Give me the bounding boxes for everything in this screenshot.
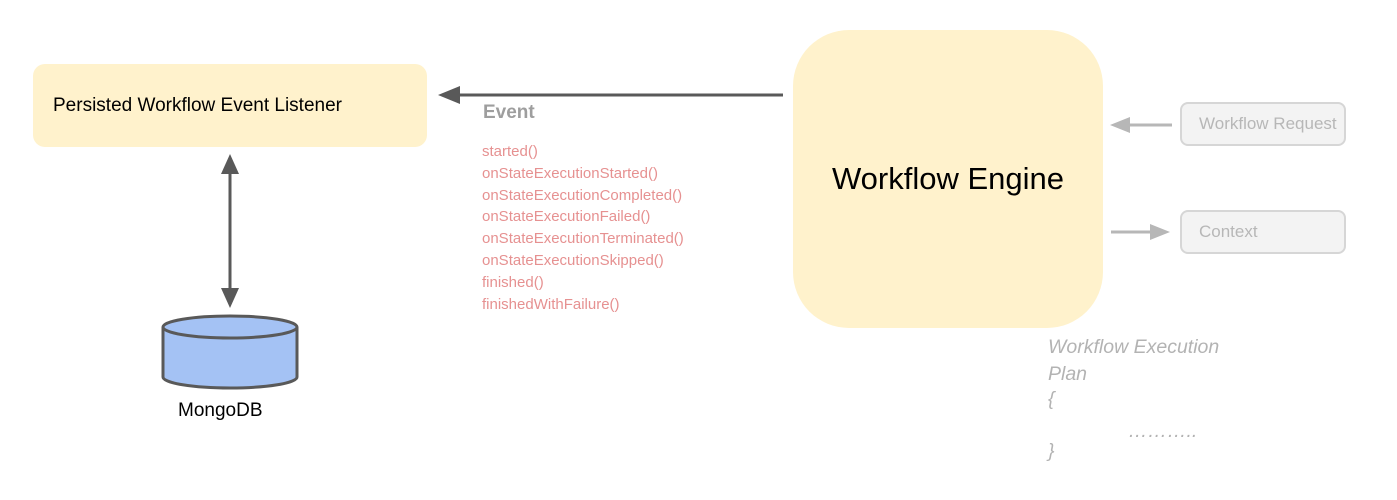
execution-plan-open-brace: { bbox=[1048, 388, 1055, 410]
workflow-engine-label: Workflow Engine bbox=[831, 161, 1065, 196]
event-title: Event bbox=[483, 102, 535, 123]
event-method-item: onStateExecutionFailed() bbox=[482, 208, 651, 226]
event-method-item: onStateExecutionStarted() bbox=[482, 164, 658, 182]
workflow-request-label: Workflow Request bbox=[1199, 114, 1337, 133]
event-listener-box: Persisted Workflow Event Listener bbox=[33, 64, 427, 147]
execution-plan-title-line2: Plan bbox=[1048, 362, 1088, 385]
request-arrow bbox=[1110, 117, 1172, 133]
workflow-engine-box: Workflow Engine bbox=[793, 30, 1103, 328]
event-method-item: onStateExecutionSkipped() bbox=[482, 251, 664, 269]
context-label: Context bbox=[1199, 222, 1258, 241]
event-method-item: started() bbox=[482, 143, 538, 160]
database-cylinder-icon bbox=[161, 314, 299, 390]
execution-plan-close-brace: } bbox=[1048, 440, 1055, 462]
execution-plan-title: Workflow Execution Plan bbox=[1048, 334, 1219, 387]
event-method-item: onStateExecutionTerminated() bbox=[482, 230, 684, 248]
event-method-item: onStateExecutionCompleted() bbox=[482, 186, 683, 204]
execution-plan-title-line1: Workflow Execution bbox=[1048, 336, 1220, 358]
listener-db-arrow bbox=[221, 154, 239, 308]
database-label: MongoDB bbox=[178, 400, 263, 421]
event-method-list: started() onStateExecutionStarted() onStat… bbox=[482, 141, 684, 315]
execution-plan-ellipsis: ……….. bbox=[1128, 420, 1198, 442]
event-method-item: finished() bbox=[482, 273, 544, 291]
context-arrow bbox=[1111, 224, 1170, 240]
event-listener-label: Persisted Workflow Event Listener bbox=[53, 94, 342, 116]
workflow-request-box: Workflow Request bbox=[1180, 102, 1346, 146]
context-box: Context bbox=[1180, 210, 1346, 254]
event-method-item: finishedWithFailure() bbox=[482, 295, 620, 313]
